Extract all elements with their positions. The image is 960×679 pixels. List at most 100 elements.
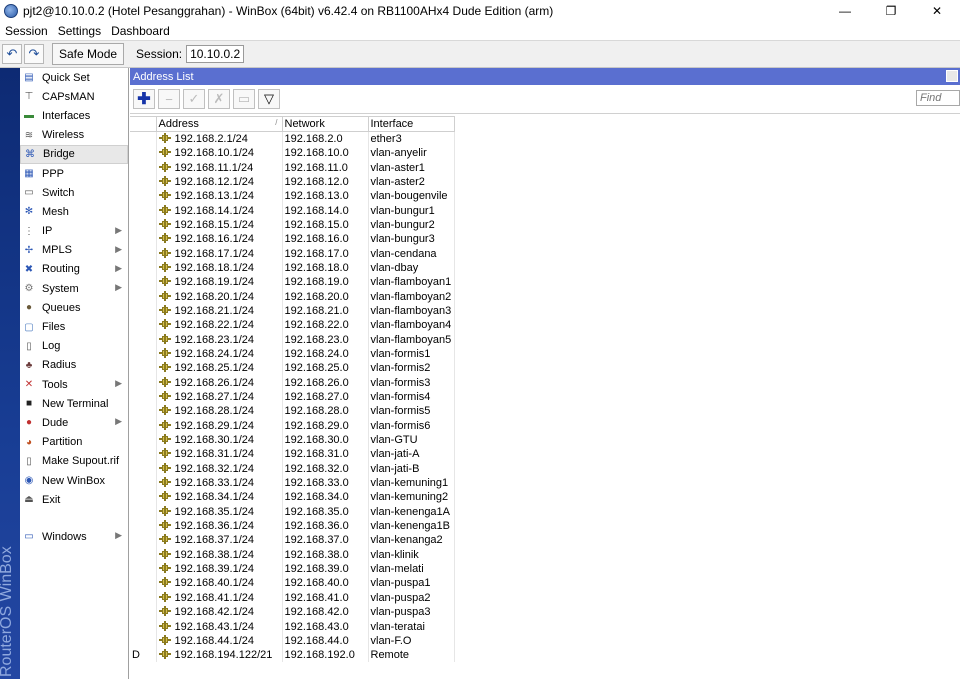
row-address-cell: 192.168.19.1/24: [156, 275, 283, 290]
row-network: 192.168.10.0: [282, 146, 369, 161]
row-network: 192.168.36.0: [282, 518, 369, 534]
partition-icon: ◕: [25, 436, 33, 448]
sidebar-item-exit[interactable]: ⏏ Exit: [20, 490, 128, 509]
sidebar-item-log[interactable]: ▯ Log: [20, 337, 128, 356]
table-row[interactable]: 192.168.14.1/24 192.168.14.0 vlan-bungur1: [130, 203, 455, 218]
sidebar-item-tools[interactable]: ✕ Tools ▶: [20, 375, 128, 394]
flag-column-header[interactable]: [130, 116, 157, 132]
address-column-header[interactable]: Address /: [156, 116, 283, 132]
network-column-header[interactable]: Network: [282, 116, 369, 132]
table-row[interactable]: 192.168.23.1/24 192.168.23.0 vlan-flamboya…: [130, 332, 455, 347]
table-row[interactable]: 192.168.12.1/24 192.168.12.0 vlan-aster2: [130, 174, 455, 190]
restore-button[interactable]: ❐: [868, 0, 914, 21]
table-row[interactable]: 192.168.2.1/24 192.168.2.0 ether3: [130, 131, 455, 146]
table-row[interactable]: 192.168.34.1/24 192.168.34.0 vlan-kemuning…: [130, 490, 455, 505]
undo-button[interactable]: ↶: [2, 44, 22, 64]
sidebar-item-label: System: [42, 282, 79, 295]
menu-dashboard[interactable]: Dashboard: [106, 24, 175, 38]
sidebar-item-dude[interactable]: ● Dude ▶: [20, 413, 128, 432]
remove-button[interactable]: −: [158, 89, 180, 109]
row-flag: [130, 576, 157, 591]
sidebar-item-partition[interactable]: ◕ Partition: [20, 433, 128, 452]
address-icon: [158, 304, 171, 315]
row-address: 192.168.13.1/24: [174, 190, 255, 203]
filter-icon[interactable]: ▽: [258, 89, 280, 109]
minimize-button[interactable]: —: [822, 0, 868, 21]
row-interface: ether3: [368, 131, 455, 146]
table-row[interactable]: 192.168.32.1/24 192.168.32.0 vlan-jati-B: [130, 461, 455, 476]
table-row[interactable]: 192.168.36.1/24 192.168.36.0 vlan-kenenga1…: [130, 518, 455, 534]
table-row[interactable]: 192.168.35.1/24 192.168.35.0 vlan-kenenga1…: [130, 504, 455, 519]
table-row[interactable]: 192.168.43.1/24 192.168.43.0 vlan-teratai: [130, 619, 455, 634]
sidebar-item-ppp[interactable]: ▦ PPP: [20, 164, 128, 183]
sidebar-item-windows[interactable]: ▭ Windows ▶: [20, 527, 128, 546]
table-row[interactable]: 192.168.38.1/24 192.168.38.0 vlan-klinik: [130, 547, 455, 562]
ppp-icon: ▦: [24, 168, 34, 180]
sidebar-item-bridge[interactable]: ⌘ Bridge: [20, 144, 128, 164]
table-row[interactable]: 192.168.42.1/24 192.168.42.0 vlan-puspa3: [130, 605, 455, 620]
disable-button[interactable]: ✗: [208, 89, 230, 109]
table-row[interactable]: 192.168.37.1/24 192.168.37.0 vlan-kenanga2: [130, 533, 455, 548]
row-network: 192.168.40.0: [282, 576, 369, 591]
menu-settings[interactable]: Settings: [53, 24, 106, 38]
table-row[interactable]: 192.168.16.1/24 192.168.16.0 vlan-bungur3: [130, 232, 455, 247]
table-row[interactable]: 192.168.28.1/24 192.168.28.0 vlan-formis5: [130, 404, 455, 419]
row-interface: vlan-kenenga1B: [368, 518, 455, 534]
table-row[interactable]: 192.168.41.1/24 192.168.41.0 vlan-puspa2: [130, 590, 455, 605]
comment-button[interactable]: ▭: [233, 89, 255, 109]
row-flag: [130, 246, 157, 261]
table-row[interactable]: 192.168.15.1/24 192.168.15.0 vlan-bungur2: [130, 217, 455, 233]
table-row[interactable]: 192.168.21.1/24 192.168.21.0 vlan-flamboya…: [130, 303, 455, 319]
sidebar-item-radius[interactable]: ♣ Radius: [20, 356, 128, 375]
table-row[interactable]: 192.168.13.1/24 192.168.13.0 vlan-bougenvi…: [130, 189, 455, 204]
sidebar-item-queues[interactable]: ● Queues: [20, 298, 128, 317]
sidebar-item-files[interactable]: ▢ Files: [20, 317, 128, 336]
table-row[interactable]: 192.168.22.1/24 192.168.22.0 vlan-flamboya…: [130, 318, 455, 333]
sidebar-item-mpls[interactable]: ✢ MPLS ▶: [20, 241, 128, 260]
table-row[interactable]: 192.168.31.1/24 192.168.31.0 vlan-jati-A: [130, 447, 455, 462]
table-row[interactable]: 192.168.20.1/24 192.168.20.0 vlan-flamboya…: [130, 289, 455, 304]
table-row[interactable]: 192.168.17.1/24 192.168.17.0 vlan-cendana: [130, 246, 455, 261]
menu-session[interactable]: Session: [0, 24, 53, 38]
table-row[interactable]: 192.168.33.1/24 192.168.33.0 vlan-kemuning…: [130, 475, 455, 491]
table-row[interactable]: 192.168.25.1/24 192.168.25.0 vlan-formis2: [130, 361, 455, 376]
add-button[interactable]: ✚: [133, 89, 155, 109]
sidebar-item-make-supout-rif[interactable]: ▯ Make Supout.rif: [20, 452, 128, 471]
table-row[interactable]: D 192.168.194.122/21 192.168.192.0 Remote: [130, 648, 455, 663]
row-address-cell: 192.168.18.1/24: [156, 260, 283, 276]
sidebar-item-interfaces[interactable]: ▬ Interfaces: [20, 106, 128, 125]
sidebar-item-mesh[interactable]: ✻ Mesh: [20, 202, 128, 221]
table-row[interactable]: 192.168.27.1/24 192.168.27.0 vlan-formis4: [130, 389, 455, 405]
redo-button[interactable]: ↷: [24, 44, 44, 64]
enable-button[interactable]: ✓: [183, 89, 205, 109]
table-row[interactable]: 192.168.10.1/24 192.168.10.0 vlan-anyelir: [130, 146, 455, 161]
table-row[interactable]: 192.168.19.1/24 192.168.19.0 vlan-flamboya…: [130, 275, 455, 290]
close-button[interactable]: ✕: [914, 0, 960, 21]
row-flag: [130, 590, 157, 605]
table-row[interactable]: 192.168.30.1/24 192.168.30.0 vlan-GTU: [130, 432, 455, 448]
table-row[interactable]: 192.168.24.1/24 192.168.24.0 vlan-formis1: [130, 346, 455, 362]
table-row[interactable]: 192.168.26.1/24 192.168.26.0 vlan-formis3: [130, 375, 455, 390]
sidebar-item-routing[interactable]: ✖ Routing ▶: [20, 260, 128, 279]
sidebar-item-capsman[interactable]: ⊤ CAPsMAN: [20, 87, 128, 106]
sidebar-item-new-terminal[interactable]: ■ New Terminal: [20, 394, 128, 413]
interface-column-header[interactable]: Interface: [368, 116, 455, 132]
submenu-arrow-icon: ▶: [115, 243, 122, 254]
sidebar-item-wireless[interactable]: ≋ Wireless: [20, 126, 128, 145]
table-row[interactable]: 192.168.11.1/24 192.168.11.0 vlan-aster1: [130, 160, 455, 175]
sidebar-item-switch[interactable]: ▭ Switch: [20, 183, 128, 202]
table-row[interactable]: 192.168.40.1/24 192.168.40.0 vlan-puspa1: [130, 576, 455, 591]
safe-mode-button[interactable]: Safe Mode: [52, 43, 125, 65]
sidebar-item-system[interactable]: ⚙ System ▶: [20, 279, 128, 298]
session-field[interactable]: 10.10.0.2: [186, 45, 245, 63]
sidebar-item-ip[interactable]: ⋮ IP ▶: [20, 222, 128, 241]
table-row[interactable]: 192.168.39.1/24 192.168.39.0 vlan-melati: [130, 561, 455, 577]
sidebar-item-new-winbox[interactable]: ◉ New WinBox: [20, 471, 128, 490]
table-row[interactable]: 192.168.29.1/24 192.168.29.0 vlan-formis6: [130, 418, 455, 433]
find-input[interactable]: [916, 90, 960, 106]
maximize-panel-button[interactable]: [946, 70, 958, 82]
table-row[interactable]: 192.168.44.1/24 192.168.44.0 vlan-F.O: [130, 633, 455, 649]
table-row[interactable]: 192.168.18.1/24 192.168.18.0 vlan-dbay: [130, 260, 455, 276]
sidebar-item-quick-set[interactable]: ▤ Quick Set: [20, 68, 128, 87]
